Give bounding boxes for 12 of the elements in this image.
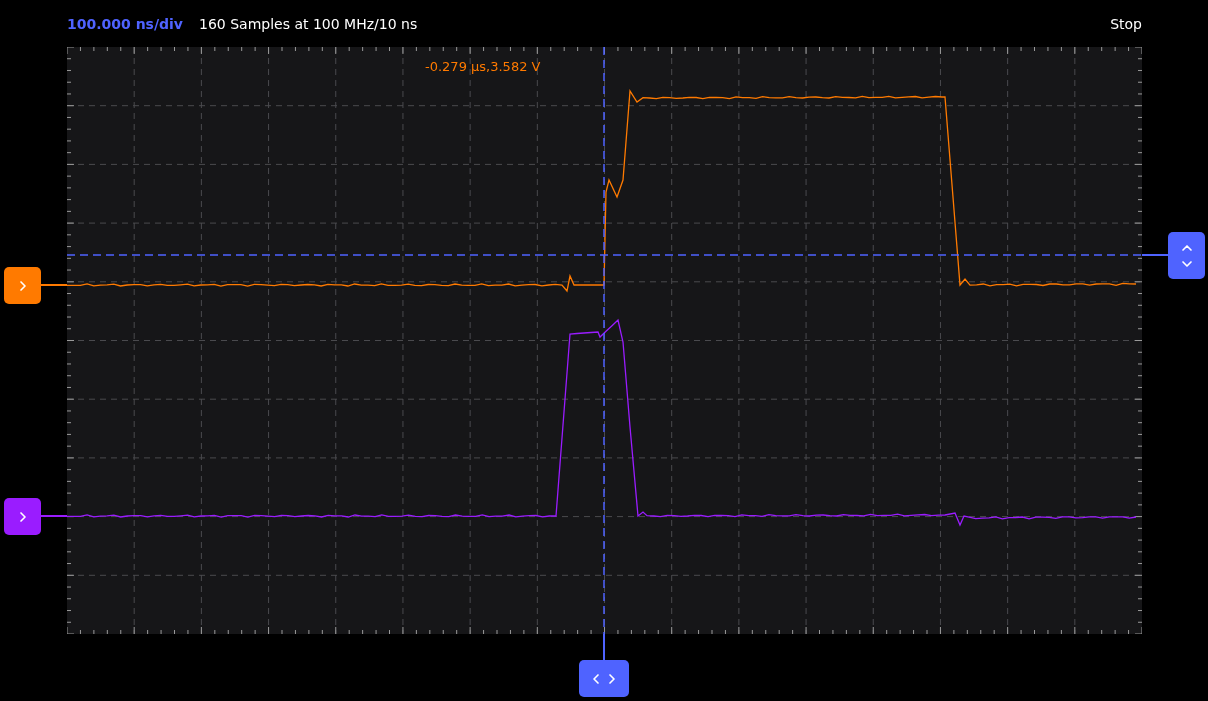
timebase-label: 100.000 ns/div <box>67 14 183 34</box>
run-status: Stop <box>1110 14 1142 34</box>
leader-line <box>603 634 605 661</box>
channel-marker[interactable] <box>4 498 41 535</box>
channel-marker[interactable] <box>4 267 41 304</box>
time-cursor-handle[interactable] <box>579 660 629 697</box>
acquisition-info: 160 Samples at 100 MHz/10 ns <box>199 14 418 34</box>
leader-line <box>40 515 67 517</box>
cursor-readout: -0.279 µs,3.582 V <box>425 58 541 76</box>
leader-line <box>40 284 67 286</box>
level-cursor-handle[interactable] <box>1168 232 1205 279</box>
leader-line <box>1142 254 1169 256</box>
